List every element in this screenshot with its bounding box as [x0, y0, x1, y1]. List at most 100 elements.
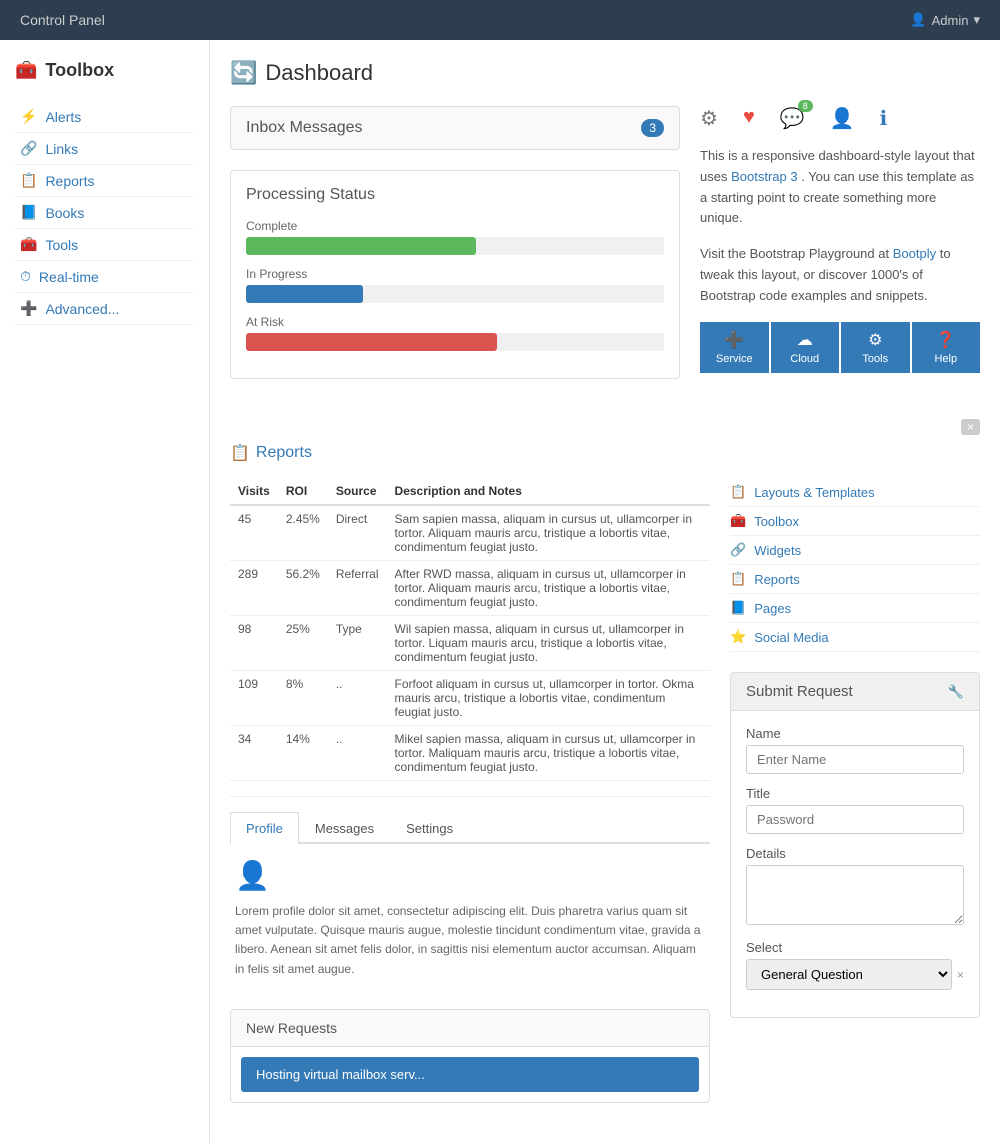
bolt-icon: ⚡ [20, 108, 37, 125]
chat-icon-btn[interactable]: 💬 8 [780, 106, 805, 131]
service-button[interactable]: ➕ Service [700, 322, 769, 373]
table-row: 98 25% Type Wil sapien massa, aliquam in… [230, 616, 710, 671]
cell-roi: 14% [278, 726, 328, 781]
cell-visits: 45 [230, 505, 278, 561]
sidebar-item-reports[interactable]: 📋 Reports [15, 165, 194, 197]
name-input[interactable] [746, 745, 964, 774]
progress-inprogress-label: In Progress [246, 267, 664, 281]
sidebar: 🧰 Toolbox ⚡ Alerts 🔗 Links 📋 Reports 📘 B… [0, 40, 210, 1143]
service-icon: ➕ [724, 330, 744, 350]
admin-arrow[interactable]: ▾ [973, 12, 980, 28]
link-pages[interactable]: 📘 Pages [730, 594, 980, 623]
gear-icon-btn[interactable]: ⚙ [700, 106, 718, 131]
profile-text: Lorem profile dolor sit amet, consectetu… [235, 902, 705, 979]
main-content: 🔄 Dashboard Inbox Messages 3 Processing … [210, 40, 1000, 1143]
info-icon-btn[interactable]: ℹ [880, 106, 888, 131]
realtime-icon: ⏱ [20, 268, 31, 285]
reports-table-head: Visits ROI Source Description and Notes [230, 478, 710, 505]
inbox-badge: 3 [641, 119, 664, 137]
request-item[interactable]: Hosting virtual mailbox serv... [241, 1057, 699, 1092]
progress-complete-label: Complete [246, 219, 664, 233]
tab-profile[interactable]: Profile [230, 812, 299, 844]
cell-visits: 289 [230, 561, 278, 616]
link-icon: 🔗 [20, 140, 37, 157]
reports-table-wrap: Visits ROI Source Description and Notes … [230, 478, 710, 1103]
cell-roi: 56.2% [278, 561, 328, 616]
table-row: 109 8% .. Forfoot aliquam in cursus ut, … [230, 671, 710, 726]
main-container: 🧰 Toolbox ⚡ Alerts 🔗 Links 📋 Reports 📘 B… [0, 40, 1000, 1143]
sidebar-item-advanced[interactable]: ➕ Advanced... [15, 293, 194, 325]
progress-inprogress: In Progress [246, 267, 664, 303]
tools-icon: 🧰 [20, 236, 37, 253]
close-button[interactable]: × [961, 419, 980, 435]
dashboard-row: Inbox Messages 3 Processing Status Compl… [230, 106, 980, 399]
user-icon-btn[interactable]: 👤 [830, 106, 855, 131]
name-label: Name [746, 726, 964, 741]
reports-area: Visits ROI Source Description and Notes … [230, 478, 980, 1103]
cell-visits: 98 [230, 616, 278, 671]
dashboard-main: Inbox Messages 3 Processing Status Compl… [230, 106, 680, 399]
navbar-admin: 👤 Admin ▾ [910, 12, 980, 28]
progress-atrisk: At Risk [246, 315, 664, 351]
description-text2: Visit the Bootstrap Playground at Bootpl… [700, 244, 980, 306]
profile-avatar-icon: 👤 [235, 859, 705, 892]
tab-settings[interactable]: Settings [390, 812, 469, 844]
title-input[interactable] [746, 805, 964, 834]
admin-label: Admin [932, 13, 969, 28]
link-layouts[interactable]: 📋 Layouts & Templates [730, 478, 980, 507]
link-social[interactable]: ⭐ Social Media [730, 623, 980, 652]
processing-box: Processing Status Complete In Progress [230, 170, 680, 379]
bootstrap-link[interactable]: Bootstrap 3 [731, 169, 798, 184]
link-reports[interactable]: 📋 Reports [730, 565, 980, 594]
navbar-brand: Control Panel [20, 12, 105, 28]
cell-desc: Mikel sapien massa, aliquam in cursus ut… [387, 726, 710, 781]
description-text: This is a responsive dashboard-style lay… [700, 146, 980, 229]
processing-title: Processing Status [246, 186, 664, 204]
select-field-group: Select General Question × [746, 940, 964, 990]
tools-button[interactable]: ⚙ Tools [841, 322, 910, 373]
social-icon: ⭐ [730, 629, 746, 645]
cell-source: Referral [328, 561, 387, 616]
help-icon: ❓ [936, 330, 956, 350]
close-row: × [230, 419, 980, 435]
cloud-icon: ☁ [797, 330, 813, 350]
pages-icon: 📘 [730, 600, 746, 616]
bootply-link[interactable]: Bootply [893, 246, 936, 261]
title-label: Title [746, 786, 964, 801]
sidebar-item-tools[interactable]: 🧰 Tools [15, 229, 194, 261]
select-wrap: General Question × [746, 959, 964, 990]
progress-complete: Complete [246, 219, 664, 255]
tools-btn-icon: ⚙ [868, 330, 882, 350]
tab-messages[interactable]: Messages [299, 812, 390, 844]
cell-visits: 109 [230, 671, 278, 726]
sidebar-item-books[interactable]: 📘 Books [15, 197, 194, 229]
help-button[interactable]: ❓ Help [912, 322, 981, 373]
sidebar-item-realtime[interactable]: ⏱ Real-time [15, 261, 194, 293]
sidebar-item-alerts[interactable]: ⚡ Alerts [15, 101, 194, 133]
sidebar-item-links[interactable]: 🔗 Links [15, 133, 194, 165]
cell-desc: Forfoot aliquam in cursus ut, ullamcorpe… [387, 671, 710, 726]
inbox-label: Inbox Messages [246, 119, 363, 137]
progress-inprogress-bar-bg [246, 285, 664, 303]
progress-complete-bar [246, 237, 476, 255]
link-toolbox[interactable]: 🧰 Toolbox [730, 507, 980, 536]
action-buttons: ➕ Service ☁ Cloud ⚙ Tools ❓ Help [700, 322, 980, 373]
details-textarea[interactable] [746, 865, 964, 925]
dashboard-icon: 🔄 [230, 60, 257, 86]
cell-roi: 25% [278, 616, 328, 671]
inbox-panel: Inbox Messages 3 [230, 106, 680, 150]
cell-source: Direct [328, 505, 387, 561]
col-desc: Description and Notes [387, 478, 710, 505]
select-clear-button[interactable]: × [957, 968, 964, 982]
details-label: Details [746, 846, 964, 861]
progress-inprogress-bar [246, 285, 363, 303]
cell-source: .. [328, 726, 387, 781]
name-field-group: Name [746, 726, 964, 774]
cloud-button[interactable]: ☁ Cloud [771, 322, 840, 373]
link-widgets[interactable]: 🔗 Widgets [730, 536, 980, 565]
icons-row: ⚙ ♥ 💬 8 👤 ℹ [700, 106, 980, 131]
chat-badge: 8 [798, 100, 813, 112]
heart-icon-btn[interactable]: ♥ [743, 106, 755, 131]
table-row: 45 2.45% Direct Sam sapien massa, aliqua… [230, 505, 710, 561]
general-select[interactable]: General Question [746, 959, 952, 990]
